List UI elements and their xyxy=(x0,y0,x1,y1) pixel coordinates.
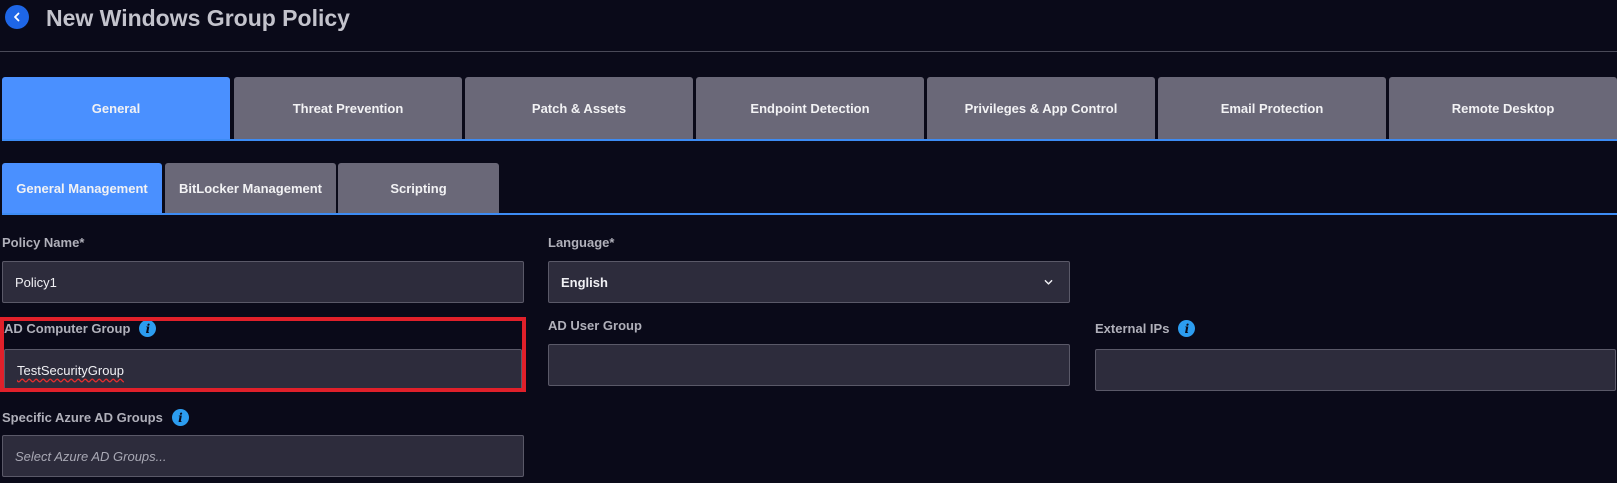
page-header: New Windows Group Policy xyxy=(0,0,1617,52)
language-select[interactable]: English xyxy=(548,261,1070,303)
subtab-scripting[interactable]: Scripting xyxy=(338,163,499,213)
chevron-down-icon xyxy=(1044,279,1053,285)
ad-computer-group-label: AD Computer Group i xyxy=(4,320,157,337)
sub-tab-bar: General Management BitLocker Management … xyxy=(2,163,1617,215)
external-ips-label: External IPs i xyxy=(1095,320,1196,337)
subtab-bitlocker-management[interactable]: BitLocker Management xyxy=(165,163,336,213)
tab-patch-assets[interactable]: Patch & Assets xyxy=(465,77,693,139)
azure-ad-groups-select[interactable]: Select Azure AD Groups... xyxy=(2,435,524,477)
ad-user-group-label: AD User Group xyxy=(548,318,642,333)
external-ips-input[interactable] xyxy=(1095,349,1616,391)
policy-name-label: Policy Name* xyxy=(2,235,85,250)
tab-email-protection[interactable]: Email Protection xyxy=(1158,77,1386,139)
policy-name-input[interactable]: Policy1 xyxy=(2,261,524,303)
back-button[interactable] xyxy=(5,5,29,29)
tab-general[interactable]: General xyxy=(2,77,230,139)
tab-remote-desktop[interactable]: Remote Desktop xyxy=(1389,77,1617,139)
language-label: Language* xyxy=(548,235,615,250)
ad-user-group-input[interactable] xyxy=(548,344,1070,386)
tab-endpoint-detection[interactable]: Endpoint Detection xyxy=(696,77,924,139)
info-icon[interactable]: i xyxy=(171,409,189,426)
main-tab-bar: General Threat Prevention Patch & Assets… xyxy=(2,77,1617,141)
tab-threat-prevention[interactable]: Threat Prevention xyxy=(234,77,462,139)
subtab-general-management[interactable]: General Management xyxy=(2,163,162,213)
azure-ad-groups-label: Specific Azure AD Groups i xyxy=(2,409,189,426)
info-icon[interactable]: i xyxy=(1178,320,1196,337)
chevron-left-icon xyxy=(14,12,20,22)
info-icon[interactable]: i xyxy=(139,320,157,337)
tab-privileges-app-control[interactable]: Privileges & App Control xyxy=(927,77,1155,139)
page-title: New Windows Group Policy xyxy=(46,5,350,31)
ad-computer-group-input[interactable]: TestSecurityGroup xyxy=(4,349,522,391)
